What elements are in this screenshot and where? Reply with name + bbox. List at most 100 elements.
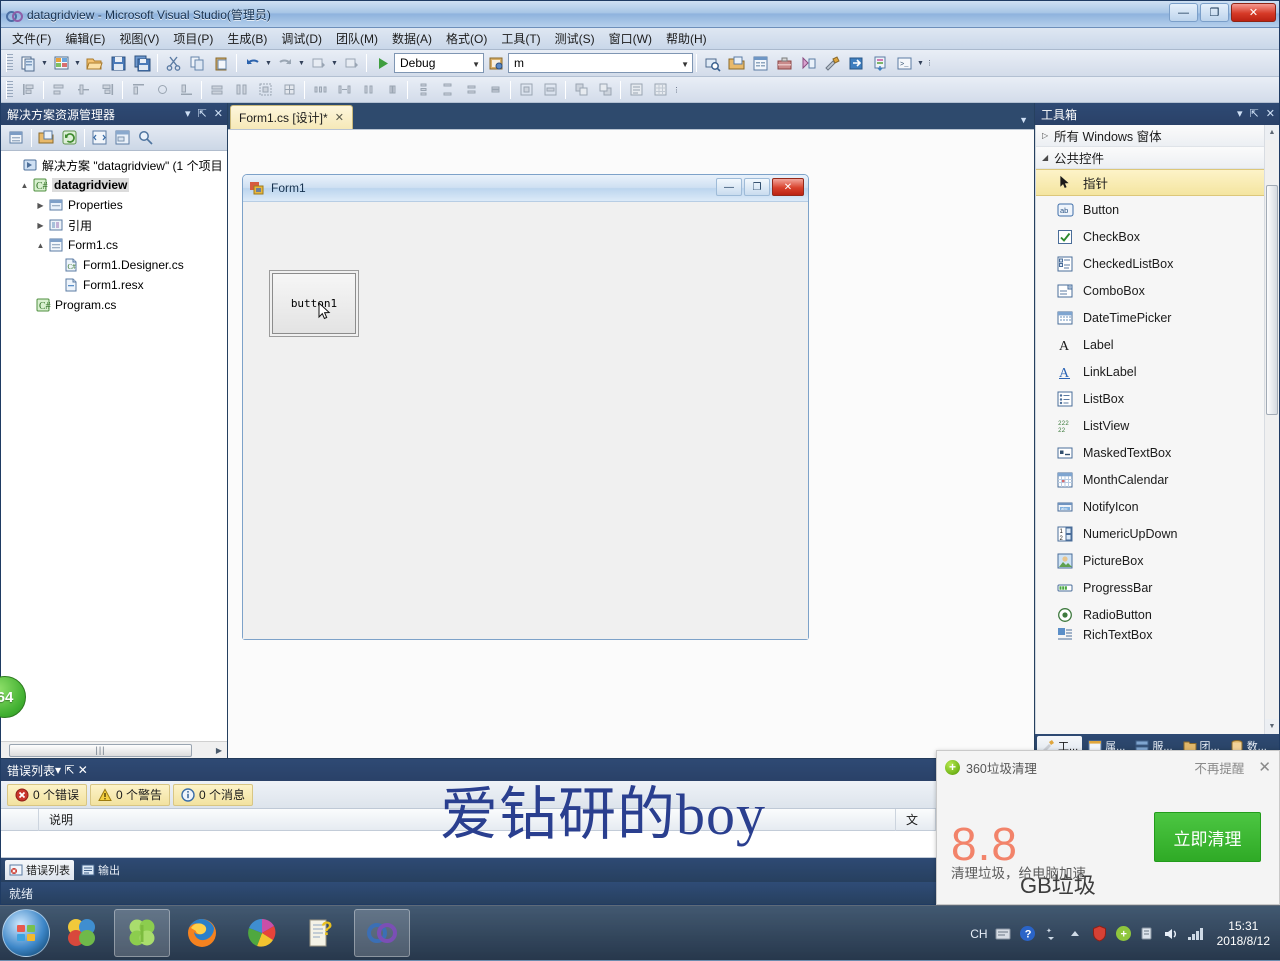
align-lefts-icon[interactable] xyxy=(17,79,39,101)
align-rights-icon[interactable] xyxy=(96,79,118,101)
button1-control[interactable]: button1 xyxy=(269,270,359,337)
form1-client-area[interactable]: button1 xyxy=(243,202,808,639)
attach-process-icon[interactable] xyxy=(485,52,507,74)
taskbar-app-pinwheel[interactable] xyxy=(54,909,110,957)
command-dropdown-icon[interactable]: ▼ xyxy=(916,52,925,74)
form-close-button[interactable]: ✕ xyxy=(772,178,804,196)
maximize-button[interactable]: ❐ xyxy=(1200,3,1229,22)
menu-item-team[interactable]: 团队(M) xyxy=(329,27,385,50)
redo-icon[interactable] xyxy=(274,52,296,74)
solution-tree[interactable]: 解决方案 "datagridview" (1 个项目 ▲ C# datagrid… xyxy=(1,151,227,741)
filter-warnings[interactable]: 0 个警告 xyxy=(90,783,171,806)
show-all-files-icon[interactable] xyxy=(35,127,57,148)
tree-node-project[interactable]: ▲ C# datagridview xyxy=(1,175,227,195)
layout-toolbar-overflow-icon[interactable]: ⋮ xyxy=(672,79,681,101)
toolbox-item-listbox[interactable]: ListBox xyxy=(1036,385,1279,412)
toolbox-item-checkedlistbox[interactable]: CheckedListBox xyxy=(1036,250,1279,277)
close-icon[interactable]: ✕ xyxy=(1266,108,1275,120)
toolbox-scrollbar[interactable]: ▲ ▼ xyxy=(1264,125,1279,734)
menu-item-debug[interactable]: 调试(D) xyxy=(274,27,329,50)
configuration-combobox[interactable]: Debug ▼ xyxy=(394,53,484,73)
tree-node-program-cs[interactable]: C# Program.cs xyxy=(1,295,227,315)
scrollbar-thumb[interactable]: ||| xyxy=(9,743,192,757)
form-minimize-button[interactable]: — xyxy=(716,178,742,196)
360-icon[interactable]: + xyxy=(1115,925,1132,942)
toolbar-overflow-icon[interactable]: ⋮ xyxy=(925,52,934,74)
refresh-icon[interactable] xyxy=(58,127,80,148)
navigate-forward-icon[interactable] xyxy=(340,52,362,74)
close-icon[interactable]: ✕ xyxy=(1258,760,1271,775)
make-same-size-icon[interactable] xyxy=(254,79,276,101)
dock-tab-error-list[interactable]: 错误列表 xyxy=(5,860,74,880)
tabstrip-dropdown-icon[interactable]: ▼ xyxy=(1019,115,1028,125)
taskbar-app-green-clover[interactable] xyxy=(114,909,170,957)
column-header-icon[interactable] xyxy=(1,808,39,831)
tree-node-references[interactable]: ▶ 引用 xyxy=(1,215,227,235)
align-bottoms-icon[interactable] xyxy=(175,79,197,101)
tree-node-form1-resx[interactable]: Form1.resx xyxy=(1,275,227,295)
save-all-icon[interactable] xyxy=(131,52,153,74)
dock-tab-output[interactable]: 输出 xyxy=(77,860,124,880)
tree-node-form1-designer-cs[interactable]: C# Form1.Designer.cs xyxy=(1,255,227,275)
scroll-right-icon[interactable]: ▶ xyxy=(211,746,227,755)
open-file-icon[interactable] xyxy=(83,52,105,74)
toolbox-group-all-windows-forms[interactable]: ▷ 所有 Windows 窗体 xyxy=(1036,125,1279,147)
toolbox-item-listview[interactable]: 222 22 ListView xyxy=(1036,412,1279,439)
redo-dropdown-icon[interactable]: ▼ xyxy=(297,52,306,74)
publish-icon[interactable] xyxy=(869,52,891,74)
send-to-back-icon[interactable] xyxy=(594,79,616,101)
align-centers-icon[interactable] xyxy=(48,79,70,101)
popup-360-dismiss-link[interactable]: 不再提醒 xyxy=(1194,758,1244,777)
center-vertically-icon[interactable] xyxy=(539,79,561,101)
form-designer-surface[interactable]: Form1 — ❐ ✕ button1 xyxy=(228,129,1034,758)
taskbar-app-visual-studio[interactable] xyxy=(354,909,410,957)
save-icon[interactable] xyxy=(107,52,129,74)
navigate-back-dropdown-icon[interactable]: ▼ xyxy=(330,52,339,74)
scrollbar-thumb[interactable] xyxy=(1266,185,1278,415)
toolbox-item-notifyicon[interactable]: abc NotifyIcon xyxy=(1036,493,1279,520)
navigate-to-icon[interactable] xyxy=(845,52,867,74)
network-icon[interactable] xyxy=(1139,925,1156,942)
scroll-up-icon[interactable]: ▲ xyxy=(1265,125,1279,140)
taskbar-app-help-doc[interactable]: ? xyxy=(294,909,350,957)
popup-360-cleaner[interactable]: + 360垃圾清理 不再提醒 ✕ 8.8 GB垃圾 清理垃圾，给电脑加速 立即清… xyxy=(936,750,1280,905)
menu-item-view[interactable]: 视图(V) xyxy=(112,27,166,50)
menu-item-file[interactable]: 文件(F) xyxy=(5,27,58,50)
expander-icon[interactable]: ▶ xyxy=(35,220,46,231)
scroll-down-icon[interactable]: ▼ xyxy=(1265,719,1279,734)
undo-dropdown-icon[interactable]: ▼ xyxy=(264,52,273,74)
preview-icon[interactable] xyxy=(134,127,156,148)
filter-errors[interactable]: 0 个错误 xyxy=(7,783,88,806)
align-tops-icon[interactable] xyxy=(127,79,149,101)
new-project-icon[interactable] xyxy=(17,52,39,74)
toolbox-item-maskedtextbox[interactable]: MaskedTextBox xyxy=(1036,439,1279,466)
minimize-button[interactable]: — xyxy=(1169,3,1198,22)
align-middles-icon[interactable] xyxy=(72,79,94,101)
horizontal-spacing-increase-icon[interactable] xyxy=(333,79,355,101)
taskbar-app-color-wheel[interactable] xyxy=(234,909,290,957)
settings-wrench-icon[interactable] xyxy=(821,52,843,74)
center-horizontally-icon[interactable] xyxy=(515,79,537,101)
navigate-back-icon[interactable] xyxy=(307,52,329,74)
menu-item-project[interactable]: 项目(P) xyxy=(166,27,220,50)
new-project-dropdown-icon[interactable]: ▼ xyxy=(40,52,49,74)
menu-item-help[interactable]: 帮助(H) xyxy=(659,27,714,50)
tree-node-solution[interactable]: 解决方案 "datagridview" (1 个项目 xyxy=(1,155,227,175)
bring-to-front-icon[interactable] xyxy=(570,79,592,101)
solution-explorer-hscrollbar[interactable]: ||| ▶ xyxy=(1,741,227,758)
popup-360-clean-button[interactable]: 立即清理 xyxy=(1154,812,1261,862)
cut-icon[interactable] xyxy=(162,52,184,74)
toolbox-item-progressbar[interactable]: ProgressBar xyxy=(1036,574,1279,601)
expander-icon[interactable]: ▶ xyxy=(35,200,46,211)
expander-icon[interactable]: ▷ xyxy=(1042,131,1054,140)
expander-icon[interactable] xyxy=(9,160,20,171)
menu-item-edit[interactable]: 编辑(E) xyxy=(58,27,112,50)
properties-window-icon[interactable] xyxy=(749,52,771,74)
pin-icon[interactable]: ⇱ xyxy=(198,108,207,120)
toolbox-item-combobox[interactable]: ComboBox xyxy=(1036,277,1279,304)
menu-item-build[interactable]: 生成(B) xyxy=(220,27,274,50)
size-to-grid-icon[interactable] xyxy=(278,79,300,101)
find-icon[interactable] xyxy=(701,52,723,74)
paste-icon[interactable] xyxy=(210,52,232,74)
menu-item-tools[interactable]: 工具(T) xyxy=(494,27,547,50)
